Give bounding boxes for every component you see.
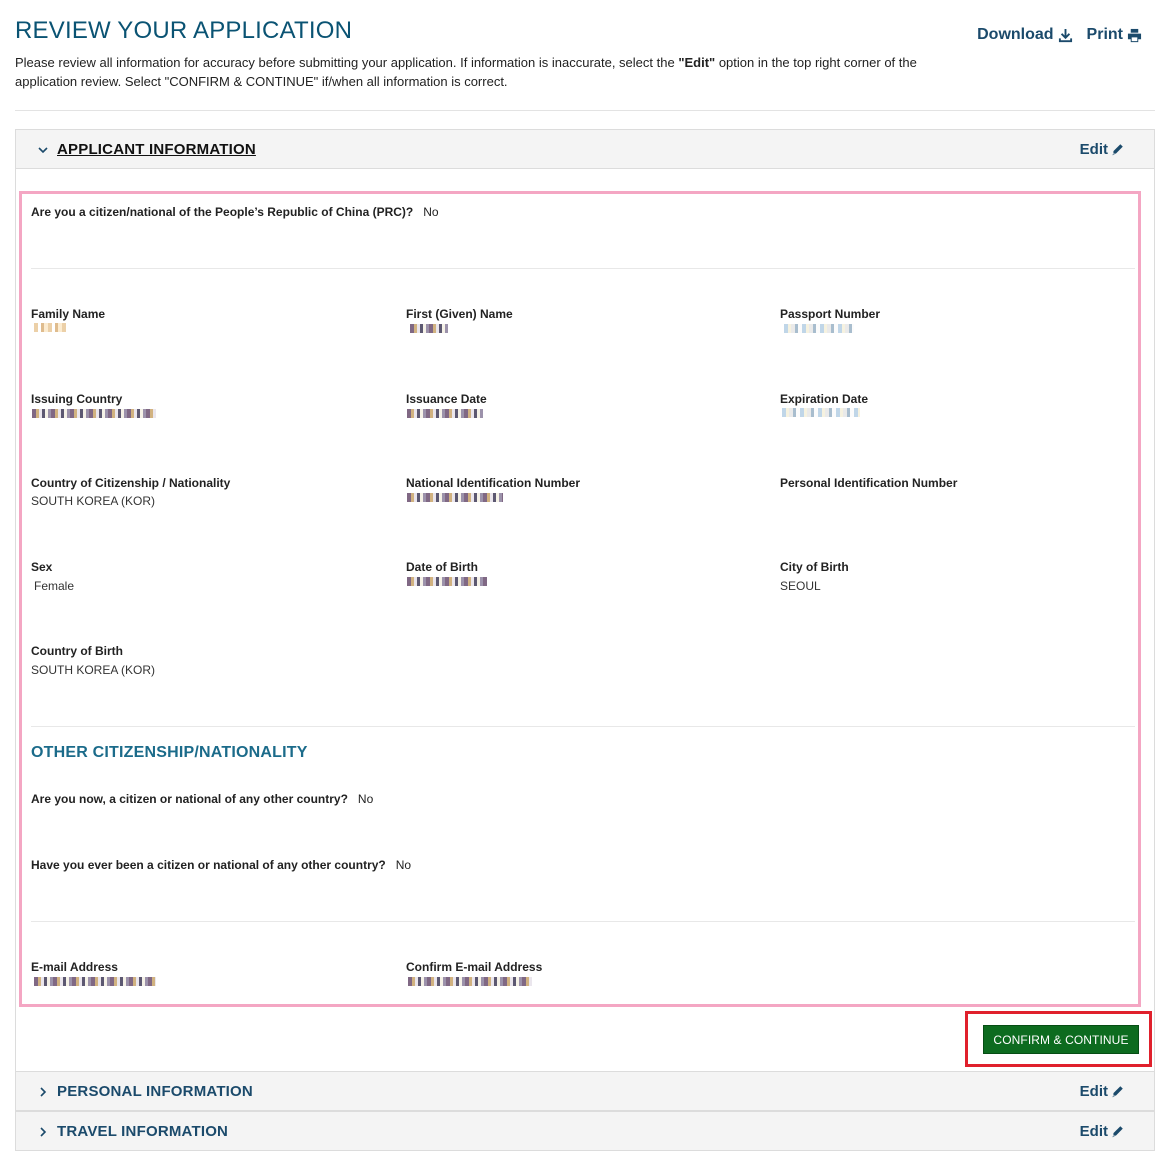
other-citizen-ever-answer: No <box>395 858 412 872</box>
divider <box>31 268 1135 269</box>
issuing-country-redacted <box>32 409 156 418</box>
passport-number-label: Passport Number <box>780 307 881 321</box>
sex-label: Sex <box>31 560 53 574</box>
section-header-applicant[interactable]: APPLICANT INFORMATION Edit <box>15 129 1155 169</box>
country-of-birth-label: Country of Birth <box>31 644 123 658</box>
first-name-redacted <box>410 324 448 333</box>
intro-text: Please review all information for accura… <box>15 55 917 89</box>
issuing-country-label: Issuing Country <box>31 392 123 406</box>
passport-number-redacted <box>784 324 854 333</box>
section-title[interactable]: TRAVEL INFORMATION <box>57 1123 228 1140</box>
issuance-date-label: Issuance Date <box>406 392 487 406</box>
national-id-redacted <box>407 493 503 502</box>
family-name-label: Family Name <box>31 307 106 321</box>
dob-redacted <box>407 577 487 586</box>
other-citizenship-heading: OTHER CITIZENSHIP/NATIONALITY <box>31 744 308 761</box>
page-title: REVIEW YOUR APPLICATION <box>15 17 353 44</box>
city-of-birth-value: SEOUL <box>780 579 821 593</box>
family-name-redacted <box>34 323 68 332</box>
expiration-date-redacted <box>782 408 860 417</box>
confirm-email-label: Confirm E-mail Address <box>406 960 543 974</box>
confirm-email-redacted <box>408 977 532 986</box>
section-title[interactable]: PERSONAL INFORMATION <box>57 1083 253 1100</box>
other-citizen-ever-question: Have you ever been a citizen or national… <box>31 858 412 872</box>
sex-value: Female <box>34 579 75 593</box>
header-divider <box>15 110 1155 111</box>
national-id-label: National Identification Number <box>406 476 581 490</box>
first-name-label: First (Given) Name <box>406 307 513 321</box>
other-citizen-now-question: Are you now, a citizen or national of an… <box>31 792 374 806</box>
email-redacted <box>34 977 156 986</box>
email-label: E-mail Address <box>31 960 118 974</box>
expiration-date-label: Expiration Date <box>780 392 869 406</box>
city-of-birth-label: City of Birth <box>780 560 849 574</box>
edit-travel-button[interactable]: Edit <box>1080 1123 1124 1140</box>
prc-answer: No <box>423 205 439 219</box>
section-header-travel[interactable]: TRAVEL INFORMATION Edit <box>15 1111 1155 1151</box>
country-of-birth-value: SOUTH KOREA (KOR) <box>31 663 156 677</box>
dob-label: Date of Birth <box>406 560 478 574</box>
edit-applicant-button[interactable]: Edit <box>1080 141 1124 158</box>
divider <box>31 726 1135 727</box>
download-icon <box>1058 28 1072 42</box>
section-title[interactable]: APPLICANT INFORMATION <box>57 141 256 158</box>
pencil-icon <box>1112 143 1123 155</box>
confirm-continue-button[interactable]: CONFIRM & CONTINUE <box>983 1025 1139 1054</box>
printer-icon <box>1127 28 1142 42</box>
issuance-date-redacted <box>407 409 483 418</box>
pencil-icon <box>1112 1125 1123 1137</box>
chevron-right-icon <box>37 1085 49 1097</box>
chevron-right-icon <box>37 1125 49 1137</box>
top-actions: Download Print <box>977 26 1142 44</box>
pencil-icon <box>1112 1085 1123 1097</box>
other-citizen-now-answer: No <box>357 792 374 806</box>
divider <box>31 921 1135 922</box>
section-header-personal[interactable]: PERSONAL INFORMATION Edit <box>15 1071 1155 1111</box>
personal-id-label: Personal Identification Number <box>780 476 958 490</box>
print-button[interactable]: Print <box>1087 26 1142 44</box>
citizenship-label: Country of Citizenship / Nationality <box>31 476 231 490</box>
download-button[interactable]: Download <box>977 26 1072 44</box>
edit-personal-button[interactable]: Edit <box>1080 1083 1124 1100</box>
prc-question: Are you a citizen/national of the People… <box>31 205 439 219</box>
chevron-down-icon <box>37 143 49 155</box>
applicant-info-highlight <box>19 191 1141 1007</box>
citizenship-value: SOUTH KOREA (KOR) <box>31 494 156 508</box>
